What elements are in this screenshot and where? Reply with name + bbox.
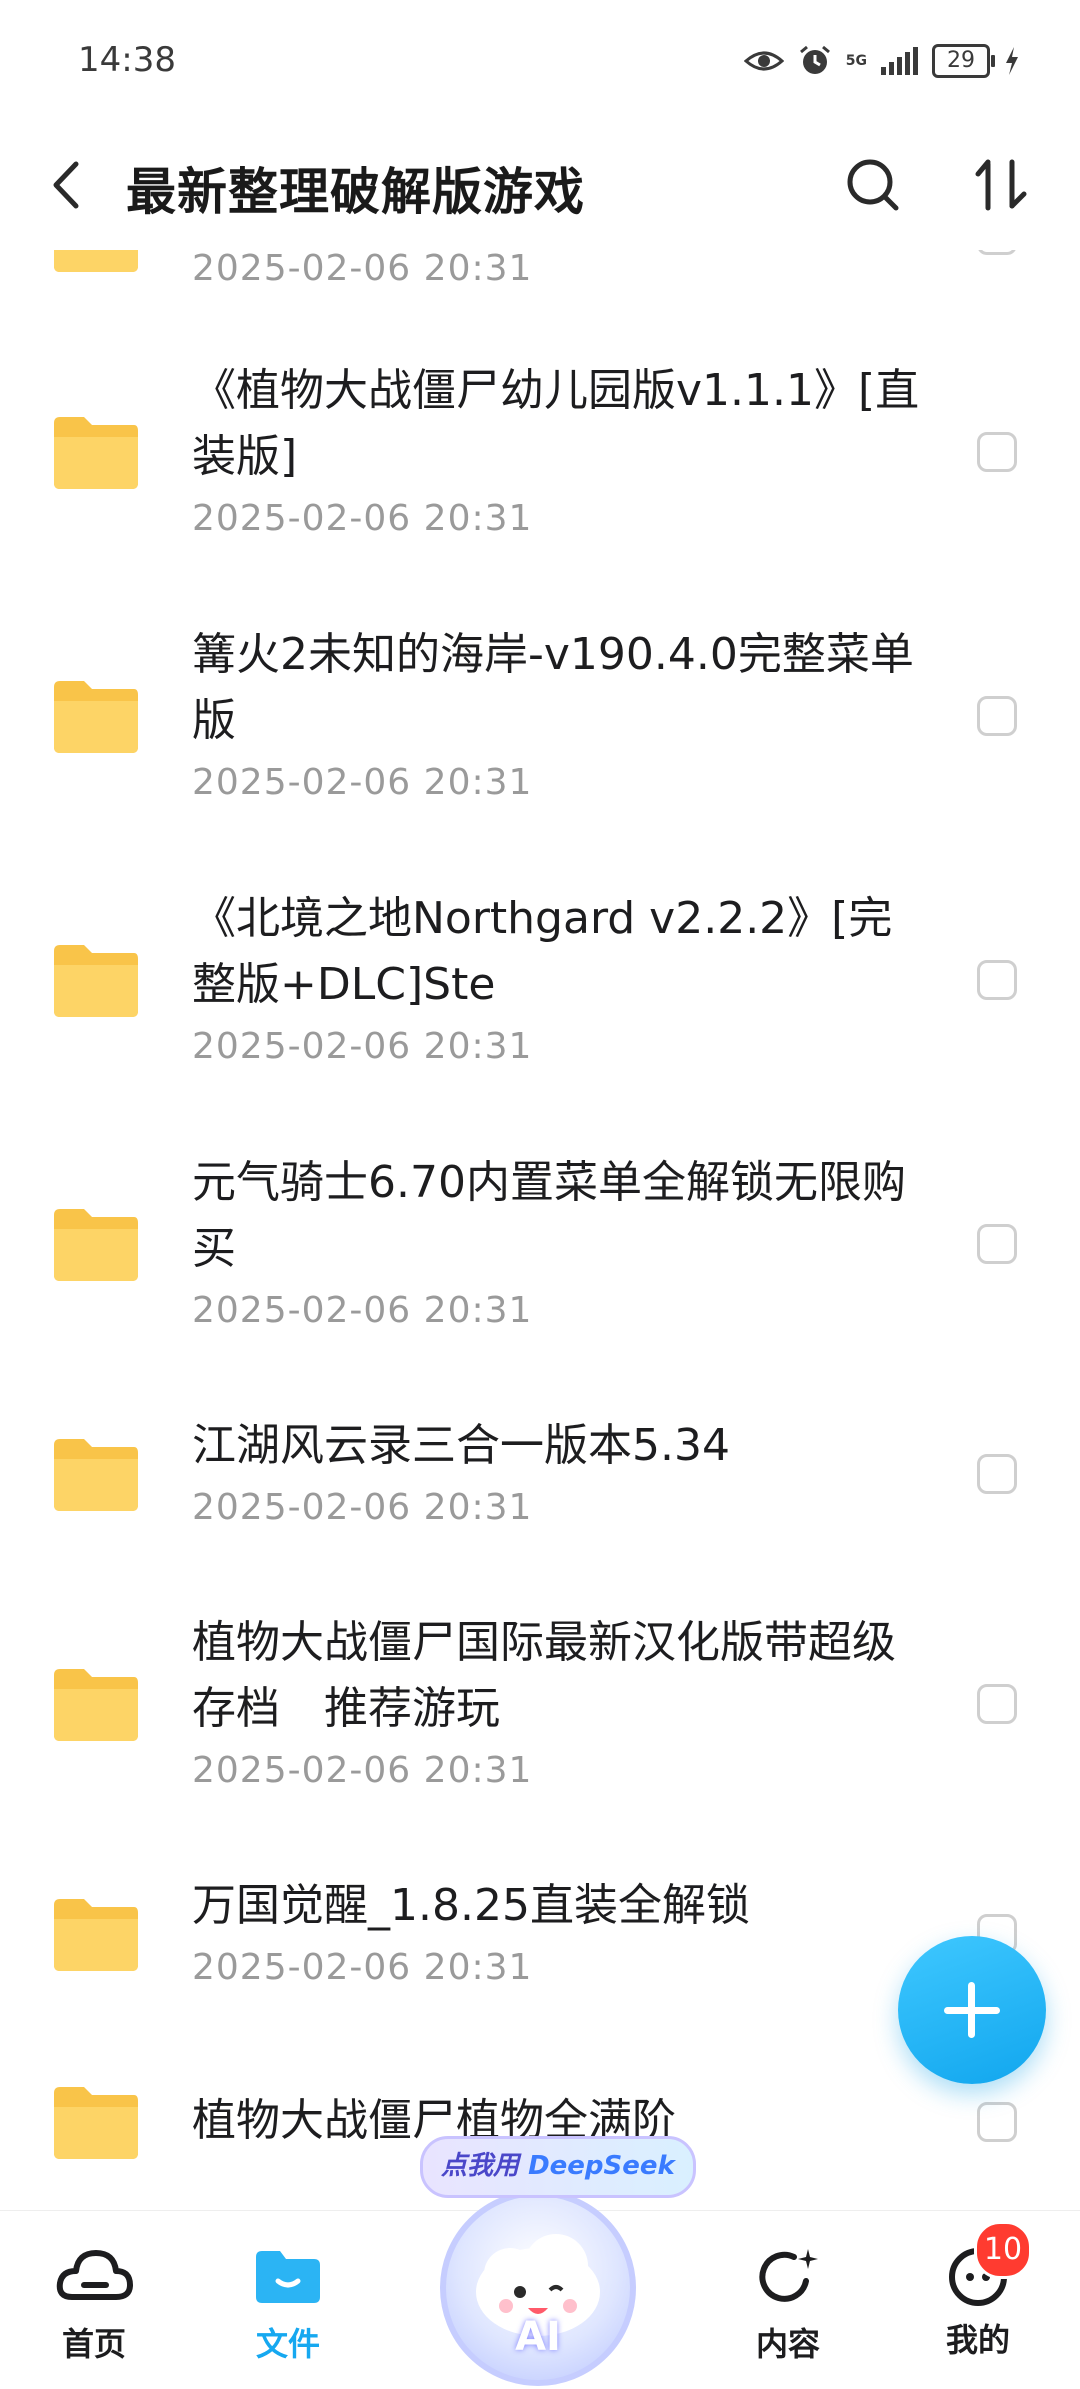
folder-icon: [54, 417, 138, 489]
nav-content-label: 内容: [755, 2325, 820, 2363]
network-type: 5G: [845, 53, 867, 69]
nav-files[interactable]: 文件: [218, 2241, 358, 2365]
back-arrow-icon[interactable]: [38, 150, 98, 220]
cloud-home-icon: [56, 2250, 133, 2300]
file-date: 2025-02-06 20:31: [192, 1290, 533, 1331]
select-checkbox[interactable]: [977, 960, 1017, 1000]
status-bar: 14:38 5G 29: [0, 0, 1080, 120]
ai-promo-bubble: 点我用 DeepSeek: [420, 2136, 696, 2198]
file-list-item[interactable]: 《植物大战僵尸幼儿园版v1.1.1》[直装版] 2025-02-06 20:31: [0, 320, 1080, 584]
select-checkbox[interactable]: [977, 432, 1017, 472]
folder-tab-icon: [256, 2251, 320, 2303]
file-text: 篝火2未知的海岸-v190.4.0完整菜单版 2025-02-06 20:31: [192, 622, 932, 810]
ai-label: AI: [515, 2314, 561, 2360]
charging-icon: [1006, 47, 1018, 75]
file-date: 2025-02-06 20:31: [192, 1487, 533, 1528]
select-checkbox[interactable]: [977, 1224, 1017, 1264]
deepseek-ai-button[interactable]: AI 点我用 DeepSeek: [420, 2136, 696, 2386]
ai-promo-prefix: 点我用: [441, 2151, 520, 2181]
file-text: 万国觉醒_1.8.25直装全解锁 2025-02-06 20:31: [192, 1873, 932, 1995]
folder-icon: [54, 945, 138, 1017]
file-text: 《植物大战僵尸幼儿园版v1.1.1》[直装版] 2025-02-06 20:31: [192, 358, 932, 546]
file-list-item[interactable]: 江湖风云录三合一版本5.34 2025-02-06 20:31: [0, 1376, 1080, 1572]
file-date: 2025-02-06 20:31: [192, 1750, 533, 1791]
folder-icon: [54, 1439, 138, 1511]
folder-icon: [54, 1209, 138, 1281]
nav-home-label: 首页: [61, 2325, 126, 2363]
file-name: 江湖风云录三合一版本5.34: [192, 1420, 730, 1471]
folder-icon: [54, 1669, 138, 1741]
battery-level: 29: [932, 44, 995, 78]
ai-promo-brand: DeepSeek: [528, 2151, 675, 2181]
file-text: 植物大战僵尸国际最新汉化版带超级存档 推荐游玩 2025-02-06 20:31: [192, 1610, 932, 1798]
file-text: 元气骑士6.70内置菜单全解锁无限购买 2025-02-06 20:31: [192, 1150, 932, 1338]
nav-content[interactable]: 内容: [718, 2241, 858, 2365]
folder-icon: [54, 681, 138, 753]
file-text: 《鬼谷八荒》[完整版+DLC]2025-02-06 20:31: [192, 250, 932, 296]
add-button[interactable]: [898, 1936, 1046, 2084]
file-name: 万国觉醒_1.8.25直装全解锁: [192, 1880, 750, 1931]
file-text: 江湖风云录三合一版本5.34 2025-02-06 20:31: [192, 1413, 932, 1535]
select-checkbox[interactable]: [977, 2102, 1017, 2142]
file-date: 2025-02-06 20:31: [192, 1947, 533, 1988]
select-checkbox[interactable]: [977, 250, 1017, 255]
select-checkbox[interactable]: [977, 1684, 1017, 1724]
notification-badge: 10: [974, 2221, 1032, 2279]
file-list-item[interactable]: 篝火2未知的海岸-v190.4.0完整菜单版 2025-02-06 20:31: [0, 584, 1080, 848]
file-date: 2025-02-06 20:31: [192, 762, 533, 803]
app-header: 最新整理破解版游戏: [0, 120, 1080, 250]
nav-home[interactable]: 首页: [24, 2241, 164, 2365]
search-icon[interactable]: [838, 150, 908, 220]
signal-icon: [881, 47, 918, 75]
file-list: 《鬼谷八荒》[完整版+DLC]2025-02-06 20:31 《植物大战僵尸幼儿…: [0, 250, 1080, 2210]
file-list-item[interactable]: 元气骑士6.70内置菜单全解锁无限购买 2025-02-06 20:31: [0, 1112, 1080, 1376]
nav-files-label: 文件: [255, 2325, 320, 2363]
nav-profile-label: 我的: [945, 2321, 1010, 2359]
file-list-item[interactable]: 植物大战僵尸国际最新汉化版带超级存档 推荐游玩 2025-02-06 20:31: [0, 1572, 1080, 1836]
eye-icon: [743, 51, 784, 71]
file-list-item[interactable]: 《北境之地Northgard v2.2.2》[完整版+DLC]Ste 2025-0…: [0, 848, 1080, 1112]
file-name: 篝火2未知的海岸-v190.4.0完整菜单版: [192, 629, 914, 746]
file-date: 2025-02-06 20:31: [192, 498, 533, 539]
file-name: 《植物大战僵尸幼儿园版v1.1.1》[直装版]: [192, 365, 920, 482]
file-name: 《北境之地Northgard v2.2.2》[完整版+DLC]Ste: [192, 893, 893, 1010]
page-title: 最新整理破解版游戏: [126, 163, 585, 221]
folder-icon: [54, 250, 138, 272]
folder-icon: [54, 2087, 138, 2159]
file-date: 2025-02-06 20:31: [192, 250, 533, 289]
ai-mascot-icon: AI: [440, 2190, 636, 2386]
file-list-item[interactable]: 《鬼谷八荒》[完整版+DLC]2025-02-06 20:31: [0, 250, 1080, 320]
status-icons: 5G 29: [743, 44, 1020, 78]
select-checkbox[interactable]: [977, 696, 1017, 736]
folder-icon: [54, 1899, 138, 1971]
nav-profile[interactable]: 10 我的: [908, 2221, 1048, 2361]
file-text: 《北境之地Northgard v2.2.2》[完整版+DLC]Ste 2025-0…: [192, 886, 932, 1074]
sort-icon[interactable]: [966, 148, 1036, 222]
file-date: 2025-02-06 20:31: [192, 1026, 533, 1067]
alarm-icon: [799, 45, 830, 74]
status-time: 14:38: [78, 40, 176, 80]
select-checkbox[interactable]: [977, 1454, 1017, 1494]
file-name: 植物大战僵尸国际最新汉化版带超级存档 推荐游玩: [192, 1617, 896, 1734]
file-name: 元气骑士6.70内置菜单全解锁无限购买: [192, 1157, 906, 1274]
content-refresh-icon: [759, 2249, 818, 2302]
